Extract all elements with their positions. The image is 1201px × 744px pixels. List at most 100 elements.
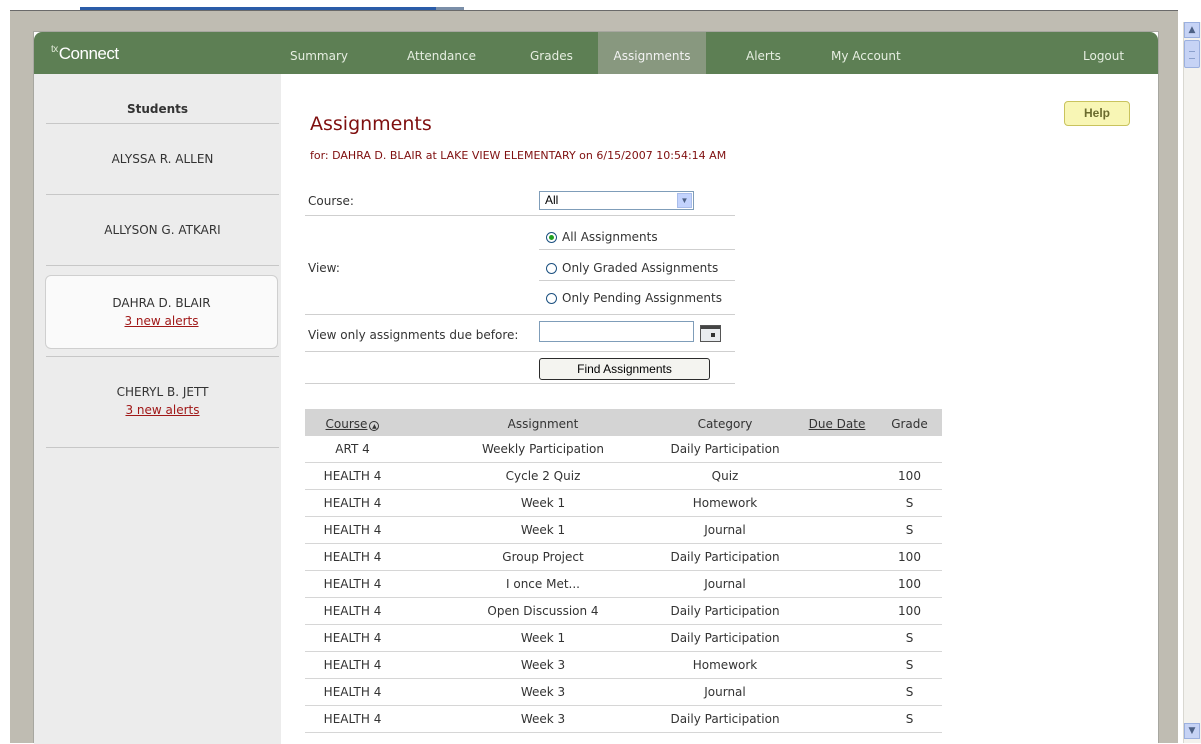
logo-text: Connect bbox=[58, 44, 119, 63]
form-divider bbox=[305, 314, 735, 315]
vertical-scrollbar[interactable] bbox=[1183, 22, 1201, 743]
cell-course: HEALTH 4 bbox=[323, 604, 382, 618]
cell-assignment: Week 1 bbox=[520, 523, 566, 537]
scroll-up-button[interactable]: ▲ bbox=[1184, 22, 1200, 38]
view-option-graded[interactable]: Only Graded Assignments bbox=[546, 261, 718, 275]
view-option-label: Only Graded Assignments bbox=[562, 261, 719, 275]
column-header-course[interactable]: Course ▲ bbox=[305, 409, 400, 439]
nav-my-account[interactable]: My Account bbox=[819, 32, 913, 74]
table-row: HEALTH 4 Cycle 2 Quiz Quiz 100 bbox=[305, 463, 942, 490]
table-row: HEALTH 4 Open Discussion 4 Daily Participa… bbox=[305, 598, 942, 625]
table-row: HEALTH 4 Week 1 Journal S bbox=[305, 517, 942, 544]
view-option-all[interactable]: All Assignments bbox=[546, 230, 658, 244]
cell-assignment: Week 1 bbox=[520, 631, 566, 645]
cell-course: HEALTH 4 bbox=[323, 712, 382, 726]
cell-grade: S bbox=[905, 496, 914, 510]
table-row: HEALTH 4 Week 1 Daily Participation S bbox=[305, 625, 942, 652]
cell-course: HEALTH 4 bbox=[323, 577, 382, 591]
column-header-course-label: Course bbox=[325, 417, 368, 431]
sidebar-divider bbox=[46, 194, 279, 195]
student-name: ALLYSON G. ATKARI bbox=[104, 223, 221, 237]
cell-category: Daily Participation bbox=[670, 550, 780, 564]
student-item-dahra-blair[interactable]: DAHRA D. BLAIR 3 new alerts bbox=[45, 275, 278, 349]
view-option-label: All Assignments bbox=[562, 230, 658, 244]
nav-assignments[interactable]: Assignments bbox=[598, 32, 706, 74]
cell-grade: S bbox=[905, 685, 914, 699]
table-row: HEALTH 4 Week 3 Homework S bbox=[305, 652, 942, 679]
students-heading: Students bbox=[126, 102, 189, 116]
nav-attendance[interactable]: Attendance bbox=[395, 32, 488, 74]
cell-category: Journal bbox=[704, 577, 746, 591]
nav-summary[interactable]: Summary bbox=[278, 32, 360, 74]
form-divider bbox=[305, 383, 735, 384]
logo-prefix: tx bbox=[51, 44, 58, 55]
form-divider bbox=[305, 215, 735, 216]
student-item-alyssa-allen[interactable]: ALYSSA R. ALLEN bbox=[46, 152, 279, 166]
cell-grade: 100 bbox=[898, 577, 921, 591]
cell-course: HEALTH 4 bbox=[323, 496, 382, 510]
table-row: HEALTH 4 Week 3 Daily Participation S bbox=[305, 706, 942, 733]
cell-assignment: Open Discussion 4 bbox=[487, 604, 599, 618]
page-subtitle: for: DAHRA D. BLAIR at LAKE VIEW ELEMENT… bbox=[310, 149, 727, 162]
help-button[interactable]: Help bbox=[1064, 101, 1130, 126]
cell-course: HEALTH 4 bbox=[323, 631, 382, 645]
radio-button[interactable] bbox=[546, 263, 557, 274]
student-name: ALYSSA R. ALLEN bbox=[111, 152, 214, 166]
column-header-grade: Grade bbox=[891, 417, 928, 431]
cell-category: Quiz bbox=[711, 469, 739, 483]
cell-category: Homework bbox=[692, 658, 758, 672]
form-divider bbox=[539, 249, 735, 250]
table-body: ART 4 Weekly Participation Daily Participa… bbox=[305, 436, 942, 733]
table-row: HEALTH 4 Week 3 Journal S bbox=[305, 679, 942, 706]
view-option-pending[interactable]: Only Pending Assignments bbox=[546, 291, 722, 305]
sort-ascending-icon[interactable]: ▲ bbox=[369, 421, 380, 431]
cell-category: Daily Participation bbox=[670, 442, 780, 456]
student-alerts-link[interactable]: 3 new alerts bbox=[46, 403, 279, 417]
scroll-down-button[interactable]: ▼ bbox=[1184, 723, 1200, 739]
cell-category: Homework bbox=[692, 496, 758, 510]
find-assignments-button[interactable]: Find Assignments bbox=[539, 358, 710, 380]
view-option-label: Only Pending Assignments bbox=[562, 291, 722, 305]
sidebar-divider bbox=[46, 447, 279, 448]
scrollbar-thumb[interactable] bbox=[1184, 40, 1200, 68]
nav-logout[interactable]: Logout bbox=[1071, 32, 1136, 74]
calendar-icon[interactable] bbox=[700, 325, 721, 342]
course-label: Course: bbox=[308, 194, 354, 208]
column-header-due-date[interactable]: Due Date bbox=[802, 409, 872, 439]
student-alerts-link[interactable]: 3 new alerts bbox=[46, 314, 277, 328]
txconnect-logo[interactable]: txConnect bbox=[51, 44, 119, 64]
table-row: ART 4 Weekly Participation Daily Participa… bbox=[305, 436, 942, 463]
cell-assignment: Week 1 bbox=[520, 496, 566, 510]
radio-button-selected[interactable] bbox=[546, 232, 557, 243]
cell-course: HEALTH 4 bbox=[323, 685, 382, 699]
nav-grades[interactable]: Grades bbox=[518, 32, 585, 74]
cell-grade: S bbox=[905, 523, 914, 537]
sidebar-divider bbox=[46, 123, 279, 124]
student-item-cheryl-jett[interactable]: CHERYL B. JETT 3 new alerts bbox=[46, 385, 279, 417]
cell-category: Daily Participation bbox=[670, 712, 780, 726]
course-select-value: All bbox=[545, 193, 559, 207]
cell-assignment: Week 3 bbox=[520, 685, 566, 699]
cell-course: HEALTH 4 bbox=[323, 658, 382, 672]
student-name: DAHRA D. BLAIR bbox=[112, 296, 211, 310]
cell-assignment: I once Met... bbox=[506, 577, 580, 591]
cell-course: ART 4 bbox=[335, 442, 370, 456]
course-select[interactable]: All ▼ bbox=[539, 191, 694, 210]
page-title: Assignments bbox=[310, 113, 432, 135]
app-container: txConnect Summary Attendance Grades Assi… bbox=[33, 31, 1159, 744]
sidebar-divider bbox=[46, 265, 279, 266]
window-frame-border bbox=[10, 10, 1178, 11]
nav-alerts[interactable]: Alerts bbox=[734, 32, 793, 74]
cell-assignment: Weekly Participation bbox=[481, 442, 605, 456]
student-item-allyson-atkari[interactable]: ALLYSON G. ATKARI bbox=[46, 223, 279, 237]
chevron-down-icon[interactable]: ▼ bbox=[677, 193, 692, 208]
radio-button[interactable] bbox=[546, 293, 557, 304]
cell-category: Daily Participation bbox=[670, 604, 780, 618]
due-before-date-input[interactable] bbox=[539, 321, 694, 342]
cell-category: Daily Participation bbox=[670, 631, 780, 645]
cell-assignment: Week 3 bbox=[520, 712, 566, 726]
top-nav-bar: txConnect Summary Attendance Grades Assi… bbox=[34, 32, 1158, 74]
students-sidebar: Students ALYSSA R. ALLEN ALLYSON G. ATKA… bbox=[34, 74, 281, 744]
cell-grade: S bbox=[905, 712, 914, 726]
cell-course: HEALTH 4 bbox=[323, 550, 382, 564]
